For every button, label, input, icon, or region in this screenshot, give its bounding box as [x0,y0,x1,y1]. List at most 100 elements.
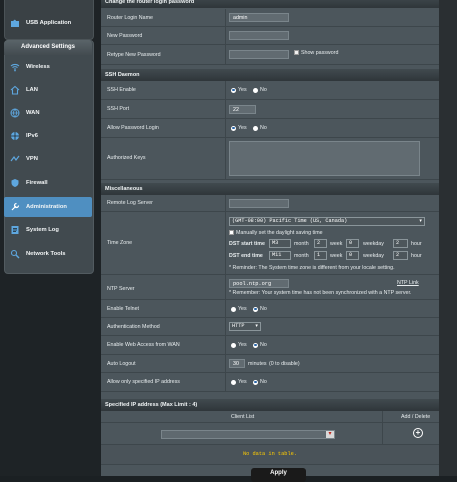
sidebar-item-system-log[interactable]: System Log [4,220,92,240]
ntp-link[interactable]: NTP Link [397,280,419,286]
enable-telnet-label: Enable Telnet [107,306,140,312]
new-password-input[interactable] [229,31,289,40]
hour-label: hour [411,241,422,247]
auth-method-select[interactable]: HTTP ▾ [229,322,261,331]
show-password-checkbox[interactable]: Show password [294,50,338,56]
column-divider [225,212,226,274]
radio-selected-icon [231,87,236,93]
scrollbar-track[interactable] [439,0,457,476]
allow-login-yes-radio[interactable]: Yes [231,125,247,131]
checkbox-icon [294,50,299,56]
manual-dst-checkbox[interactable]: Manually set the daylight saving time [229,230,323,236]
allow-password-login-label: Allow Password Login [107,125,159,131]
telnet-no-radio[interactable]: No [253,306,267,312]
tools-icon [10,249,20,259]
radio-icon [231,306,236,312]
hour-label: hour [411,253,422,259]
ip-list-input-row: ▾ + [101,423,439,445]
add-circle-icon[interactable]: + [413,428,423,438]
week-label: week [330,241,343,247]
sidebar-item-usb-application[interactable]: USB Application [4,13,92,33]
column-divider [225,195,226,211]
row-enable-telnet: Enable Telnet Yes No [101,300,439,318]
sidebar-item-administration[interactable]: Administration [4,197,92,217]
radio-selected-icon [231,125,236,131]
chevron-down-icon: ▾ [419,218,422,224]
dst-end-month-select[interactable]: 1 [314,251,327,260]
sidebar-item-wan[interactable]: WAN [4,103,92,123]
auto-logout-label: Auto Logout [107,361,136,367]
month-label: month [294,253,309,259]
allow-ip-yes-radio[interactable]: Yes [231,379,247,385]
row-retype-password: Retype New Password Show password [101,45,439,65]
advanced-settings-title: Advanced Settings [4,40,92,55]
ntp-server-input[interactable]: pool.ntp.org [229,279,289,288]
column-divider [382,423,383,444]
radio-icon [231,342,236,348]
dst-start-hour-select[interactable]: 2 [393,239,408,248]
client-ip-input[interactable] [161,430,335,439]
row-time-zone: Time Zone (GMT-08:00) Pacific Time (US, … [101,212,439,275]
sidebar-item-label: VPN [26,156,38,162]
dst-start-month-select[interactable]: 2 [314,239,327,248]
dst-end-week-select[interactable]: 0 [346,251,359,260]
dropdown-arrow-icon[interactable]: ▾ [326,431,334,438]
dst-start-m-select[interactable]: M3 [269,239,291,248]
row-auth-method: Authentication Method HTTP ▾ [101,318,439,336]
dst-start-label: DST start time [229,241,265,247]
sidebar-item-ipv6[interactable]: IPv6 [4,126,92,146]
column-divider [225,336,226,354]
authorized-keys-textarea[interactable] [229,141,420,176]
sidebar-item-firewall[interactable]: Firewall [4,173,92,193]
time-zone-select[interactable]: (GMT-08:00) Pacific Time (US, Canada) ▾ [229,217,425,226]
month-label: month [294,241,309,247]
new-password-label: New Password [107,33,143,39]
sidebar-item-wireless[interactable]: Wireless [4,57,92,77]
radio-selected-icon [253,306,258,312]
ssh-port-input[interactable]: 22 [229,105,256,114]
dst-end-hour-select[interactable]: 2 [393,251,408,260]
radio-selected-icon [253,379,258,385]
sidebar-item-lan[interactable]: LAN [4,80,92,100]
vpn-icon [10,154,20,164]
allow-ip-no-radio[interactable]: No [253,379,267,385]
column-divider [225,138,226,179]
auth-method-label: Authentication Method [107,324,160,330]
authorized-keys-label: Authorized Keys [107,155,146,161]
retype-password-input[interactable] [229,50,289,59]
column-divider [225,119,226,137]
row-new-password: New Password [101,27,439,45]
login-name-input[interactable]: admin [229,13,289,22]
dst-end-m-select[interactable]: M11 [269,251,291,260]
column-divider [225,100,226,118]
row-web-access-wan: Enable Web Access from WAN Yes No [101,336,439,355]
sidebar-item-label: LAN [26,87,38,93]
column-divider [225,45,226,64]
radio-label: Yes [238,306,247,312]
remote-log-input[interactable] [229,199,289,208]
web-access-yes-radio[interactable]: Yes [231,342,247,348]
sidebar-item-vpn[interactable]: VPN [4,149,92,169]
apply-button[interactable]: Apply [251,468,306,482]
row-ssh-port: SSH Port 22 [101,100,439,119]
chevron-down-icon: ▾ [255,323,258,329]
column-divider [225,300,226,317]
telnet-yes-radio[interactable]: Yes [231,306,247,312]
web-access-no-radio[interactable]: No [253,342,267,348]
wifi-icon [10,62,20,72]
auto-logout-input[interactable]: 30 [229,359,245,368]
sidebar-item-label: Firewall [26,180,48,186]
allow-login-no-radio[interactable]: No [253,125,267,131]
dst-start-week-select[interactable]: 0 [346,239,359,248]
ssh-enable-yes-radio[interactable]: Yes [231,87,247,93]
wrench-icon [10,202,20,212]
sidebar-item-label: System Log [26,227,59,233]
column-divider [225,373,226,391]
empty-table-message: No data in table. [242,451,298,457]
sidebar: USB Application Advanced Settings Wirele… [0,0,101,476]
sidebar-item-label: WAN [26,110,40,116]
sidebar-item-network-tools[interactable]: Network Tools [4,244,92,264]
dst-end-label: DST end time [229,253,263,259]
radio-icon [253,87,258,93]
ssh-enable-no-radio[interactable]: No [253,87,267,93]
